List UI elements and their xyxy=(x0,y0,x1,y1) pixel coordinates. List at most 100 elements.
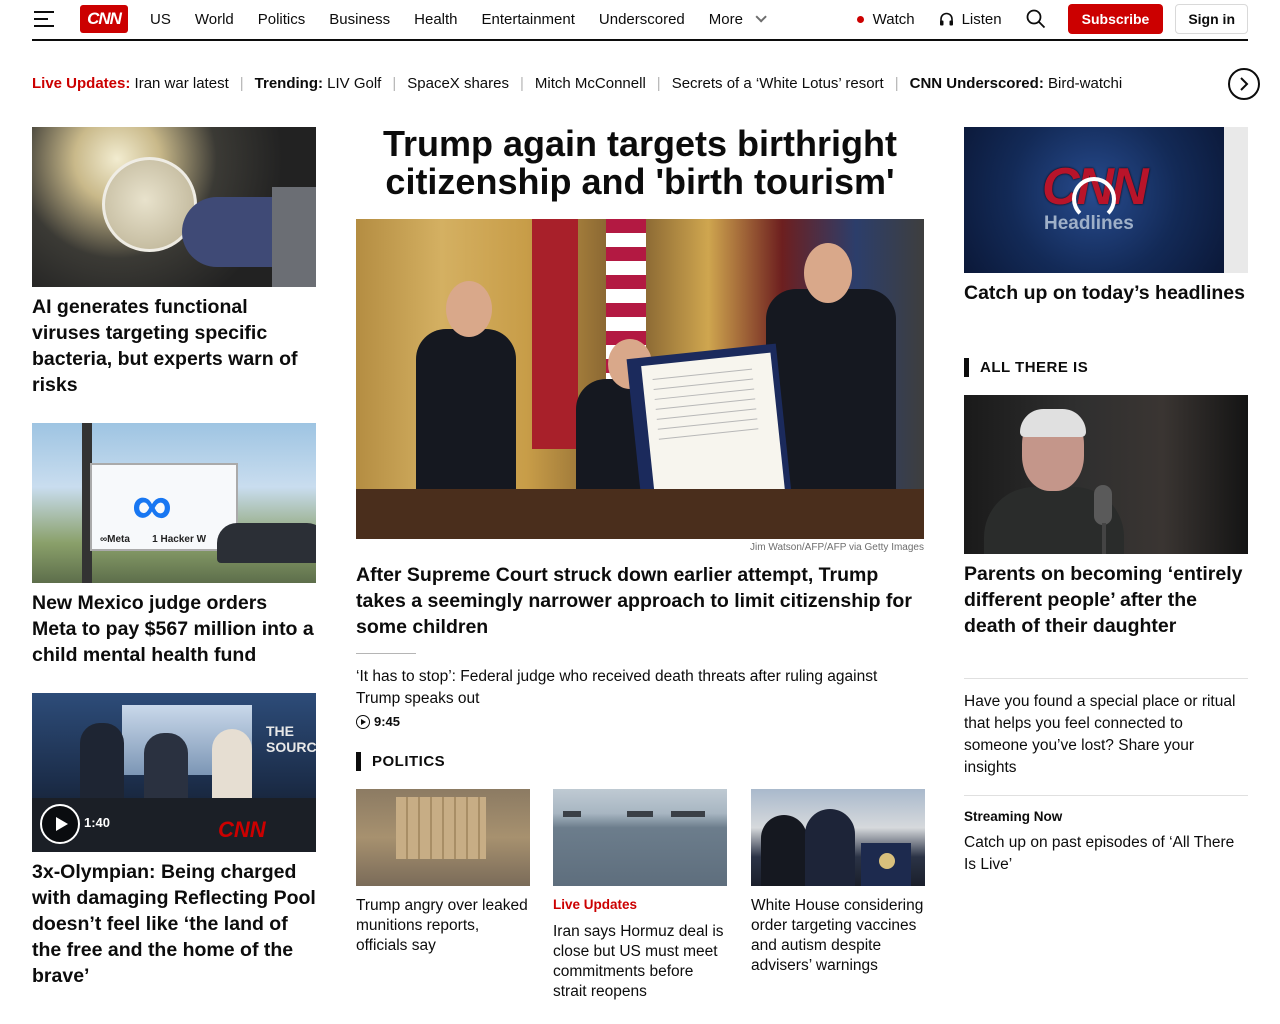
hormuz-image[interactable] xyxy=(553,789,727,886)
marine-flag-shape xyxy=(532,219,578,449)
all-there-is-text: ALL THERE IS xyxy=(980,359,1089,376)
story-olympian-headline[interactable]: 3x-Olympian: Being charged with damaging… xyxy=(32,859,322,989)
watch-link[interactable]: Watch xyxy=(856,10,915,28)
judge-video-headline[interactable]: ‘It has to stop’: Federal judge who rece… xyxy=(356,666,924,710)
face-right xyxy=(804,243,852,303)
nav-more-label: More xyxy=(708,10,743,28)
white-house-image[interactable] xyxy=(751,789,925,886)
ticker-underscored[interactable]: CNN Underscored: Bird-watchi xyxy=(910,75,1123,92)
watch-label: Watch xyxy=(872,10,915,28)
nav-more[interactable]: More xyxy=(708,10,767,28)
nav-underscored[interactable]: Underscored xyxy=(599,11,685,28)
nav-business[interactable]: Business xyxy=(329,11,390,28)
ticker-item[interactable]: Secrets of a ‘White Lotus’ resort xyxy=(672,75,884,92)
ticker-separator: | xyxy=(894,74,899,92)
host-figure xyxy=(212,729,252,803)
ticker-trending[interactable]: Trending: LIV Golf xyxy=(255,75,382,92)
video-duration: 1:40 xyxy=(84,815,111,830)
anchor-figure xyxy=(80,723,124,803)
presidential-seal-icon xyxy=(879,853,895,869)
play-button[interactable] xyxy=(40,804,80,844)
ticker-item[interactable]: SpaceX shares xyxy=(407,75,509,92)
politics-section-text: POLITICS xyxy=(372,753,446,770)
ticker-separator: | xyxy=(392,74,397,92)
lead-story-image[interactable] xyxy=(356,219,924,539)
all-there-is-label[interactable]: ALL THERE IS xyxy=(964,358,1088,377)
search-button[interactable] xyxy=(1026,9,1046,29)
story-meta-headline[interactable]: New Mexico judge orders Meta to pay $567… xyxy=(32,590,316,668)
listen-link[interactable]: Listen xyxy=(939,11,1002,28)
paper-line xyxy=(658,428,759,440)
car-shape xyxy=(217,523,316,563)
main-nav: US World Politics Business Health Entert… xyxy=(150,0,787,38)
face-left xyxy=(446,281,492,337)
live-updates-label: Live Updates: xyxy=(32,74,131,92)
share-insights-prompt[interactable]: Have you found a special place or ritual… xyxy=(964,691,1248,779)
ticker-item[interactable]: Mitch McConnell xyxy=(535,75,646,92)
hormuz-headline[interactable]: Iran says Hormuz deal is close but US mu… xyxy=(553,922,727,1002)
petri-dish-image[interactable] xyxy=(32,127,316,287)
play-icon xyxy=(55,817,68,831)
judge-video-duration[interactable]: 9:45 xyxy=(356,714,400,729)
ship-shape xyxy=(671,811,705,817)
subscribe-button[interactable]: Subscribe xyxy=(1067,4,1164,34)
ship-shape xyxy=(627,811,653,817)
lead-story-title[interactable]: Trump again targets birthright citizensh… xyxy=(356,125,924,201)
chevron-right-icon xyxy=(1240,77,1249,91)
paper-line xyxy=(657,418,758,430)
nav-us[interactable]: US xyxy=(150,11,171,28)
figure-shape xyxy=(761,815,807,886)
loading-spinner-icon xyxy=(1072,177,1116,221)
ticker-fade xyxy=(1180,66,1226,100)
nav-health[interactable]: Health xyxy=(414,11,457,28)
live-dot-icon xyxy=(856,15,864,23)
microphone-icon xyxy=(1094,485,1112,525)
cnn-logo[interactable]: CNN xyxy=(80,5,128,33)
story-ai-viruses-headline[interactable]: AI generates functional viruses targetin… xyxy=(32,294,316,398)
nav-entertainment[interactable]: Entertainment xyxy=(482,11,575,28)
studio-video-thumbnail[interactable]: THE SOURCE CNN 1:40 xyxy=(32,693,316,852)
ship-shape xyxy=(563,811,581,817)
pallet-stack xyxy=(396,797,486,859)
paper-line xyxy=(655,398,756,410)
header-tools: Watch Listen Subscribe Sign in xyxy=(856,0,1248,38)
paper-line xyxy=(654,388,755,400)
ticker-next-button[interactable] xyxy=(1228,68,1260,100)
carousel-peek xyxy=(1224,127,1248,273)
nav-politics[interactable]: Politics xyxy=(258,11,306,28)
lead-sub-headline[interactable]: After Supreme Court struck down earlier … xyxy=(356,562,924,640)
signed-order-paper xyxy=(641,352,785,504)
vaccines-headline[interactable]: White House considering order targeting … xyxy=(751,896,925,976)
figure-hair xyxy=(1020,409,1086,437)
munitions-image[interactable] xyxy=(356,789,530,886)
headlines-caption[interactable]: Catch up on today’s headlines xyxy=(964,280,1248,306)
streaming-now-label: Streaming Now xyxy=(964,809,1063,824)
resolute-desk xyxy=(356,489,924,539)
live-updates-text: Iran war latest xyxy=(134,74,229,92)
meta-sign-text: ∞Meta 1 Hacker W xyxy=(100,534,206,545)
meta-sign-address: 1 Hacker W xyxy=(152,534,207,545)
sign-in-button[interactable]: Sign in xyxy=(1175,4,1248,34)
paper-line xyxy=(653,378,754,390)
trending-text: LIV Golf xyxy=(327,74,382,92)
parents-headline[interactable]: Parents on becoming ‘entirely different … xyxy=(964,561,1248,639)
section-bar xyxy=(356,752,361,771)
all-there-is-image[interactable] xyxy=(964,395,1248,554)
nav-world[interactable]: World xyxy=(195,11,234,28)
listen-label: Listen xyxy=(961,10,1002,28)
trending-label: Trending: xyxy=(254,74,323,92)
munitions-headline[interactable]: Trump angry over leaked munitions report… xyxy=(356,896,530,956)
meta-sign-brand: ∞Meta xyxy=(100,534,130,545)
meta-sign-board: ∞ ∞Meta 1 Hacker W xyxy=(90,463,238,551)
chevron-down-icon xyxy=(755,11,767,23)
cnn-headlines-video[interactable]: CNN Headlines xyxy=(964,127,1224,273)
menu-icon[interactable] xyxy=(34,11,54,27)
live-updates-tag[interactable]: Live Updates xyxy=(553,897,637,912)
figure-shape xyxy=(805,809,855,886)
meta-sign-image[interactable]: ∞ ∞Meta 1 Hacker W xyxy=(32,423,316,583)
streaming-episodes-link[interactable]: Catch up on past episodes of ‘All There … xyxy=(964,832,1248,876)
ticker-live-updates[interactable]: Live Updates: Iran war latest xyxy=(32,75,229,92)
politics-section-label[interactable]: POLITICS xyxy=(356,752,445,771)
photo-credit: Jim Watson/AFP/AFP via Getty Images xyxy=(750,542,924,553)
mic-arm xyxy=(1102,523,1106,554)
